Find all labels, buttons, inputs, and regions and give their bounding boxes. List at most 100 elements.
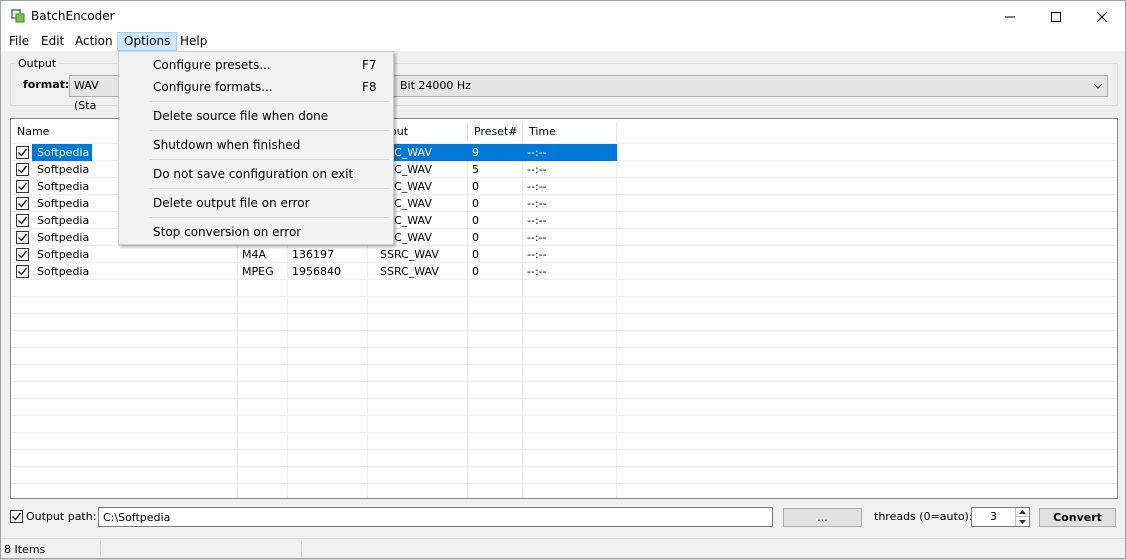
grid-row-line [11,313,1117,314]
grid-row-line [11,364,1117,365]
grid-row-line [11,449,1117,450]
checkmark-icon [18,250,28,259]
menu-configure-formats[interactable]: Configure formats... F8 [121,76,391,98]
browse-button[interactable]: ... [783,508,862,527]
checkmark-icon [18,267,28,276]
arrow-up-icon [1019,510,1026,514]
checkmark-icon [18,199,28,208]
output-group-label: Output [15,57,60,70]
menu-item-label: Configure formats... [153,80,273,94]
column-header-time[interactable]: Time [523,122,617,142]
menu-item-label: Delete output file on error [153,196,310,210]
close-icon [1097,11,1107,22]
menu-do-not-save-config[interactable]: Do not save configuration on exit [121,163,391,185]
menu-separator [149,130,389,131]
column-header-preset[interactable]: Preset# [468,122,523,142]
row-checkbox[interactable] [16,163,29,176]
minimize-icon [1005,16,1015,17]
cell-size: 136197 [292,248,334,261]
row-checkbox[interactable] [16,197,29,210]
checkmark-icon [12,512,22,521]
threads-stepper[interactable]: 3 [971,507,1030,527]
output-path-label: Output path: [26,510,97,523]
checkmark-icon [18,182,28,191]
grid-row-line [11,330,1117,331]
menu-item-label: Delete source file when done [153,109,329,123]
menu-delete-source[interactable]: Delete source file when done [121,105,391,127]
threads-label: threads (0=auto): [874,510,973,523]
cell-name: Softpedia [37,265,90,278]
checkmark-icon [18,233,28,242]
format-combo[interactable]: WAV (Sta [69,75,119,112]
cell-time: --:-- [527,197,547,210]
cell-preset: 0 [472,265,479,278]
row-checkbox[interactable] [16,180,29,193]
grid-row-line [11,296,1117,297]
menu-stop-on-error[interactable]: Stop conversion on error [121,221,391,243]
cell-preset: 0 [472,197,479,210]
cell-time: --:-- [527,248,547,261]
threads-spin [1015,508,1029,526]
preset-combo-value: Bit 24000 Hz [400,79,471,92]
table-row[interactable]: Softpedia MPEG 1956840 SSRC_WAV 0 --:-- [11,263,1117,280]
menu-delete-output-on-error[interactable]: Delete output file on error [121,192,391,214]
menu-item-label: Shutdown when finished [153,138,301,152]
cell-size: 1956840 [292,265,341,278]
app-window: BatchEncoder File Edit Action Options He… [0,0,1126,559]
grid-row-line [11,381,1117,382]
spin-down-button[interactable] [1016,517,1029,526]
row-checkbox[interactable] [16,248,29,261]
menu-item-shortcut: F7 [362,58,377,72]
maximize-icon [1051,11,1061,22]
app-icon [11,9,25,23]
menu-shutdown-when-finished[interactable]: Shutdown when finished [121,134,391,156]
menu-file[interactable]: File [3,32,35,51]
checkmark-icon [18,216,28,225]
preset-combo[interactable]: Bit 24000 Hz [391,75,1108,97]
menu-action[interactable]: Action [69,32,119,51]
spin-up-button[interactable] [1016,508,1029,517]
menu-configure-presets[interactable]: Configure presets... F7 [121,54,391,76]
window-title: BatchEncoder [31,9,115,23]
menu-bar: File Edit Action Options Help [1,32,1125,51]
row-checkbox[interactable] [16,214,29,227]
cell-time: --:-- [527,180,547,193]
row-checkbox[interactable] [16,231,29,244]
maximize-button[interactable] [1033,1,1079,32]
menu-item-shortcut: F8 [362,80,377,94]
cell-time: --:-- [527,146,547,159]
checkmark-icon [18,165,28,174]
grid-row-line [11,415,1117,416]
chevron-down-icon [1093,76,1103,103]
cell-preset: 9 [472,146,479,159]
cell-time: --:-- [527,231,547,244]
menu-help[interactable]: Help [174,32,213,51]
status-divider [100,541,101,557]
cell-time: --:-- [527,265,547,278]
row-checkbox[interactable] [16,265,29,278]
grid-row-line [11,347,1117,348]
cell-type: M4A [242,248,267,261]
output-path-input[interactable] [98,507,773,527]
convert-button[interactable]: Convert [1039,508,1116,527]
close-button[interactable] [1079,1,1125,32]
grid-row-line [11,398,1117,399]
menu-edit[interactable]: Edit [35,32,70,51]
menu-options[interactable]: Options [117,32,178,51]
row-checkbox[interactable] [16,146,29,159]
status-item-count: 8 Items [4,543,46,556]
format-label: format: [23,78,70,91]
title-bar: BatchEncoder [1,1,1125,32]
threads-value: 3 [990,510,997,523]
menu-item-label: Do not save configuration on exit [153,167,354,181]
cell-time: --:-- [527,163,547,176]
cell-preset: 0 [472,214,479,227]
output-path-checkbox[interactable] [10,510,23,523]
menu-separator [149,188,389,189]
minimize-button[interactable] [987,1,1033,32]
grid-row-line [11,483,1117,484]
arrow-down-icon [1019,519,1026,524]
cell-name: Softpedia [37,248,90,261]
menu-separator [149,101,389,102]
table-row[interactable]: Softpedia M4A 136197 SSRC_WAV 0 --:-- [11,246,1117,263]
